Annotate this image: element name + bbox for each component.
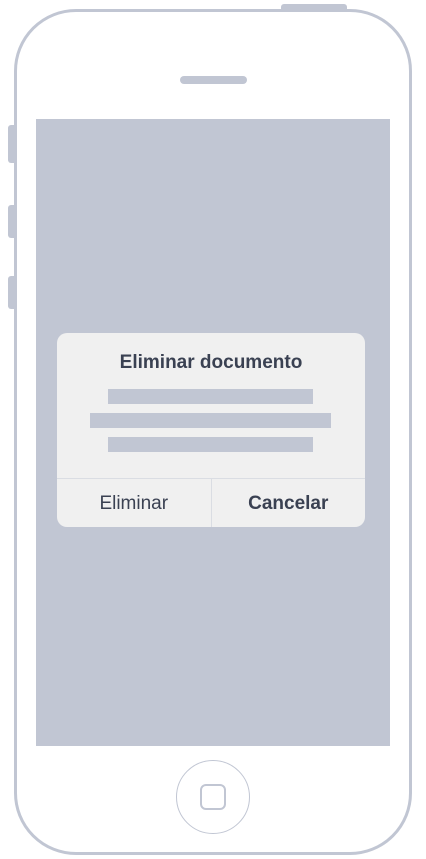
message-placeholder-line [108,389,313,404]
message-placeholder-line [90,413,331,428]
delete-document-dialog: Eliminar documento Eliminar Cancelar [57,333,365,527]
home-square-icon [200,784,226,810]
speaker-icon [180,76,247,84]
message-placeholder-line [108,437,313,452]
dialog-actions: Eliminar Cancelar [57,478,365,527]
dialog-title: Eliminar documento [119,352,303,373]
delete-button[interactable]: Eliminar [57,479,211,527]
stage: Eliminar documento Eliminar Cancelar [0,0,426,859]
home-button-icon[interactable] [176,760,250,834]
cancel-button[interactable]: Cancelar [210,479,366,527]
